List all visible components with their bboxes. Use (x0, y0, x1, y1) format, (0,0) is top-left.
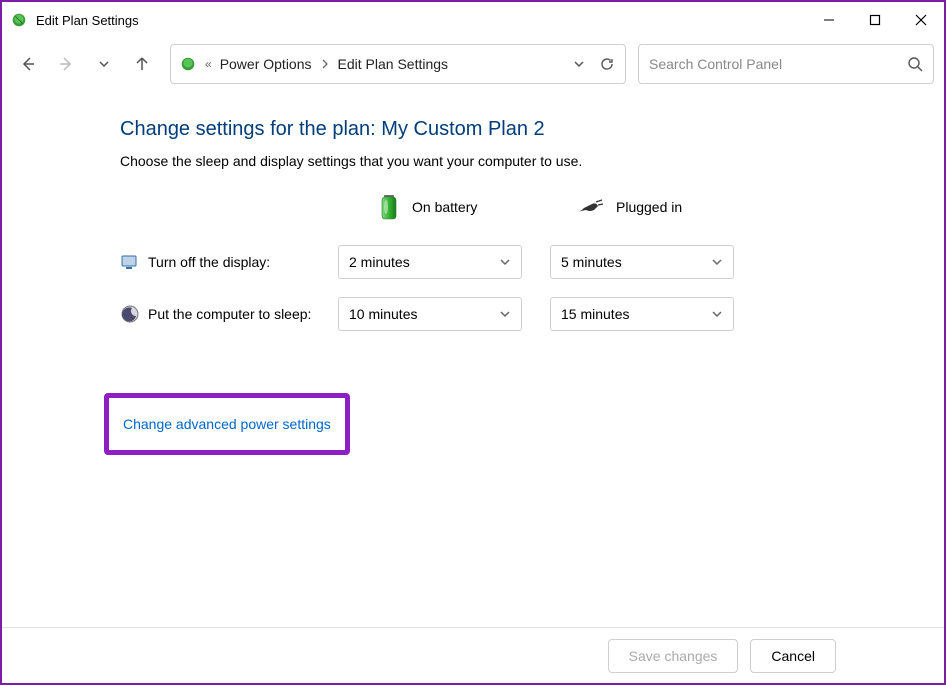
on-battery-header: On battery (378, 193, 574, 221)
navigation-row: « Power Options Edit Plan Settings Searc… (2, 38, 944, 90)
display-label: Turn off the display: (148, 254, 338, 270)
battery-icon (378, 193, 400, 221)
display-battery-select[interactable]: 2 minutes (338, 245, 522, 279)
chevron-down-icon (711, 308, 723, 320)
plug-icon (574, 198, 604, 216)
search-input[interactable]: Search Control Panel (638, 44, 934, 84)
address-dropdown-icon[interactable] (569, 54, 589, 74)
forward-button[interactable] (56, 54, 76, 74)
display-plugged-select[interactable]: 5 minutes (550, 245, 734, 279)
window-frame: Edit Plan Settings (0, 0, 946, 685)
back-button[interactable] (18, 54, 38, 74)
chevron-down-icon (499, 308, 511, 320)
titlebar: Edit Plan Settings (2, 2, 944, 38)
display-icon (120, 252, 140, 272)
refresh-button[interactable] (597, 54, 617, 74)
sleep-setting-row: Put the computer to sleep: 10 minutes 15… (120, 297, 924, 331)
save-button[interactable]: Save changes (608, 639, 739, 673)
sleep-battery-select[interactable]: 10 minutes (338, 297, 522, 331)
content-area: Change settings for the plan: My Custom … (2, 90, 944, 627)
advanced-power-link[interactable]: Change advanced power settings (123, 416, 331, 432)
plugged-in-header: Plugged in (574, 198, 770, 216)
close-button[interactable] (898, 4, 944, 36)
sleep-plugged-select[interactable]: 15 minutes (550, 297, 734, 331)
app-icon (10, 11, 28, 29)
window-title: Edit Plan Settings (36, 13, 806, 28)
up-button[interactable] (132, 54, 152, 74)
search-placeholder: Search Control Panel (649, 56, 907, 72)
cancel-button[interactable]: Cancel (750, 639, 836, 673)
sleep-label: Put the computer to sleep: (148, 306, 338, 322)
breadcrumb-separator (320, 59, 330, 69)
maximize-button[interactable] (852, 4, 898, 36)
chevron-down-icon (499, 256, 511, 268)
page-description: Choose the sleep and display settings th… (120, 153, 924, 169)
breadcrumb-power-options[interactable]: Power Options (220, 56, 312, 72)
advanced-link-highlight: Change advanced power settings (104, 393, 350, 455)
power-options-icon (179, 55, 197, 73)
window-controls (806, 4, 944, 36)
nav-arrows (18, 54, 152, 74)
breadcrumb-edit-plan[interactable]: Edit Plan Settings (338, 56, 449, 72)
address-bar[interactable]: « Power Options Edit Plan Settings (170, 44, 626, 84)
sleep-plugged-value: 15 minutes (561, 306, 711, 322)
display-battery-value: 2 minutes (349, 254, 499, 270)
page-heading: Change settings for the plan: My Custom … (120, 118, 924, 141)
chevron-down-icon (711, 256, 723, 268)
on-battery-label: On battery (412, 199, 477, 215)
minimize-button[interactable] (806, 4, 852, 36)
display-setting-row: Turn off the display: 2 minutes 5 minute… (120, 245, 924, 279)
footer-bar: Save changes Cancel (2, 627, 944, 683)
display-plugged-value: 5 minutes (561, 254, 711, 270)
sleep-icon (120, 304, 140, 324)
sleep-battery-value: 10 minutes (349, 306, 499, 322)
mode-header-row: On battery Plugged in (120, 193, 924, 221)
recent-dropdown[interactable] (94, 54, 114, 74)
breadcrumb-root-chevron[interactable]: « (205, 57, 212, 71)
search-icon (907, 56, 923, 72)
plugged-in-label: Plugged in (616, 199, 682, 215)
